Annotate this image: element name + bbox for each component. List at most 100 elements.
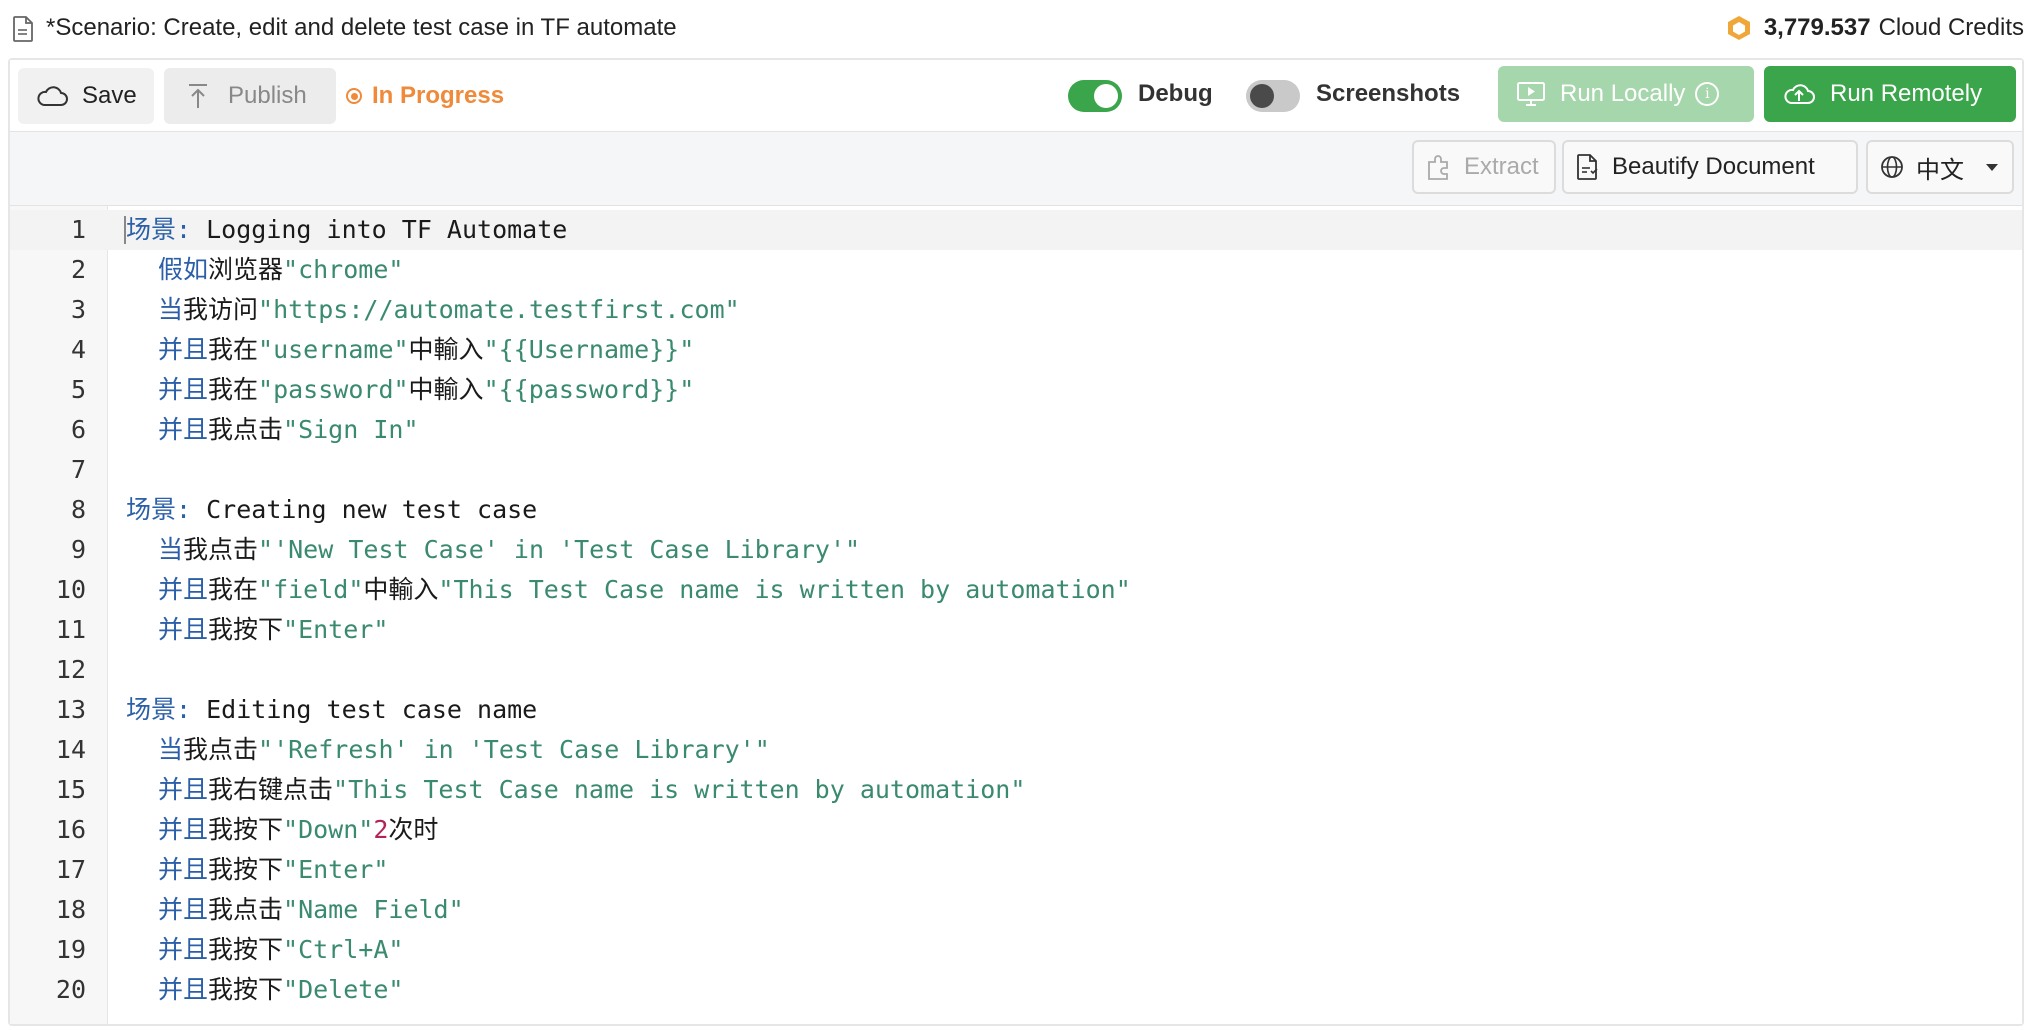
code-token: 我访问 — [183, 295, 259, 324]
code-token: 我点击 — [183, 735, 259, 764]
line-number: 13 — [55, 695, 86, 724]
info-icon[interactable]: i — [1695, 82, 1720, 106]
code-token: "Enter" — [283, 615, 389, 644]
code-token: "{{password}}" — [483, 375, 695, 404]
code-line[interactable]: 11 并且我按下"Enter" — [10, 610, 2022, 650]
code-token: "Delete" — [283, 975, 404, 1004]
code-line[interactable]: 18 并且我点击"Name Field" — [10, 890, 2022, 930]
code-token: 并且 — [158, 975, 209, 1004]
status-label: In Progress — [372, 82, 505, 109]
line-number: 4 — [70, 335, 86, 364]
code-text: 并且我按下"Ctrl+A" — [158, 930, 403, 970]
code-token: 我点击 — [208, 895, 284, 924]
code-line[interactable]: 20 并且我按下"Delete" — [10, 970, 2022, 1010]
line-number: 1 — [70, 215, 86, 244]
code-token: "'Refresh' in 'Test Case Library'" — [258, 735, 770, 764]
toggle-knob — [1250, 84, 1274, 108]
run-locally-button[interactable]: Run Locally i — [1498, 66, 1754, 122]
line-number: 15 — [55, 775, 86, 804]
extract-label: Extract — [1464, 153, 1539, 180]
publish-label: Publish — [228, 82, 307, 109]
code-token: "password" — [258, 375, 409, 404]
extract-button[interactable]: Extract — [1412, 140, 1556, 194]
document-icon — [13, 16, 33, 42]
status-badge: In Progress — [346, 82, 504, 110]
code-token: 2 — [373, 815, 389, 844]
code-token: "chrome" — [283, 255, 404, 284]
code-line[interactable]: 3 当我访问"https://automate.testfirst.com" — [10, 290, 2022, 330]
code-token: "'New Test Case' in 'Test Case Library'" — [258, 535, 861, 564]
code-line[interactable]: 8 场景: Creating new test case — [10, 490, 2022, 530]
code-line[interactable]: 14 当我点击"'Refresh' in 'Test Case Library'" — [10, 730, 2022, 770]
screenshots-label: Screenshots — [1316, 80, 1461, 107]
language-select[interactable]: 中文 — [1866, 140, 2014, 194]
line-number: 20 — [55, 975, 86, 1004]
line-number: 14 — [55, 735, 86, 764]
code-text: 并且我点击"Name Field" — [158, 890, 464, 930]
code-line[interactable]: 1 场景: Logging into TF Automate — [10, 210, 2022, 250]
code-line[interactable]: 15 并且我右键点击"This Test Case name is written… — [10, 770, 2022, 810]
line-number: 11 — [55, 615, 86, 644]
code-line[interactable]: 6 并且我点击"Sign In" — [10, 410, 2022, 450]
code-line[interactable]: 10 并且我在"field"中輸入"This Test Case name is … — [10, 570, 2022, 610]
beautify-label: Beautify Document — [1612, 153, 1815, 180]
line-number: 7 — [70, 455, 86, 484]
code-line[interactable]: 19 并且我按下"Ctrl+A" — [10, 930, 2022, 970]
code-token: 我在 — [208, 335, 259, 364]
debug-toggle[interactable] — [1068, 80, 1122, 112]
beautify-document-button[interactable]: Beautify Document — [1562, 140, 1858, 194]
line-number: 9 — [70, 535, 86, 564]
code-line[interactable]: 4 并且我在"username"中輸入"{{Username}}" — [10, 330, 2022, 370]
page-title: *Scenario: Create, edit and delete test … — [46, 14, 677, 41]
line-number: 18 — [55, 895, 86, 924]
code-line[interactable]: 13 场景: Editing test case name — [10, 690, 2022, 730]
code-line[interactable]: 16 并且我按下"Down"2次时 — [10, 810, 2022, 850]
status-dot-icon — [346, 88, 362, 104]
line-number: 3 — [70, 295, 86, 324]
code-token: 我按下 — [208, 855, 284, 884]
code-token: 并且 — [158, 855, 209, 884]
save-button[interactable]: Save — [18, 68, 154, 124]
code-token: 假如 — [158, 255, 209, 284]
code-token: Creating new test case — [206, 495, 538, 524]
line-number: 2 — [70, 255, 86, 284]
code-text: 场景: Editing test case name — [126, 690, 537, 730]
code-line[interactable]: 17 并且我按下"Enter" — [10, 850, 2022, 890]
code-text: 场景: Logging into TF Automate — [126, 210, 567, 250]
code-line[interactable]: 2 假如浏览器"chrome" — [10, 250, 2022, 290]
debug-label: Debug — [1138, 80, 1213, 107]
language-label: 中文 — [1916, 156, 1964, 184]
screenshots-toggle[interactable] — [1246, 80, 1300, 112]
code-token: 浏览器 — [208, 255, 284, 284]
code-token: 场景: — [126, 215, 207, 244]
code-text: 并且我按下"Down"2次时 — [158, 810, 438, 850]
code-token: Logging into TF Automate — [206, 215, 568, 244]
code-line[interactable]: 7 — [10, 450, 2022, 490]
publish-button[interactable]: Publish — [164, 68, 336, 124]
code-token: 并且 — [158, 615, 209, 644]
line-number: 17 — [55, 855, 86, 884]
run-remotely-label: Run Remotely — [1830, 80, 1983, 107]
code-line[interactable]: 5 并且我在"password"中輸入"{{password}}" — [10, 370, 2022, 410]
line-number: 5 — [70, 375, 86, 404]
code-token: 并且 — [158, 935, 209, 964]
code-token: "Ctrl+A" — [283, 935, 404, 964]
code-token: 并且 — [158, 335, 209, 364]
code-text: 并且我右键点击"This Test Case name is written b… — [158, 770, 1025, 810]
code-token: "This Test Case name is written by autom… — [333, 775, 1026, 804]
code-token: 场景: — [126, 695, 207, 724]
code-token: 中輸入 — [408, 335, 484, 364]
cloud-icon — [37, 86, 68, 106]
code-line[interactable]: 12 — [10, 650, 2022, 690]
code-token: "username" — [258, 335, 409, 364]
code-token: "field" — [258, 575, 364, 604]
globe-icon — [1881, 156, 1903, 178]
code-line[interactable]: 9 当我点击"'New Test Case' in 'Test Case Libr… — [10, 530, 2022, 570]
code-token: 中輸入 — [408, 375, 484, 404]
line-number: 8 — [70, 495, 86, 524]
run-remotely-button[interactable]: Run Remotely — [1764, 66, 2016, 122]
code-token: 我在 — [208, 575, 259, 604]
code-editor[interactable]: 1 场景: Logging into TF Automate 2 假如浏览器"chro… — [10, 206, 2022, 1024]
line-number: 10 — [55, 575, 86, 604]
code-token: Editing test case name — [206, 695, 538, 724]
